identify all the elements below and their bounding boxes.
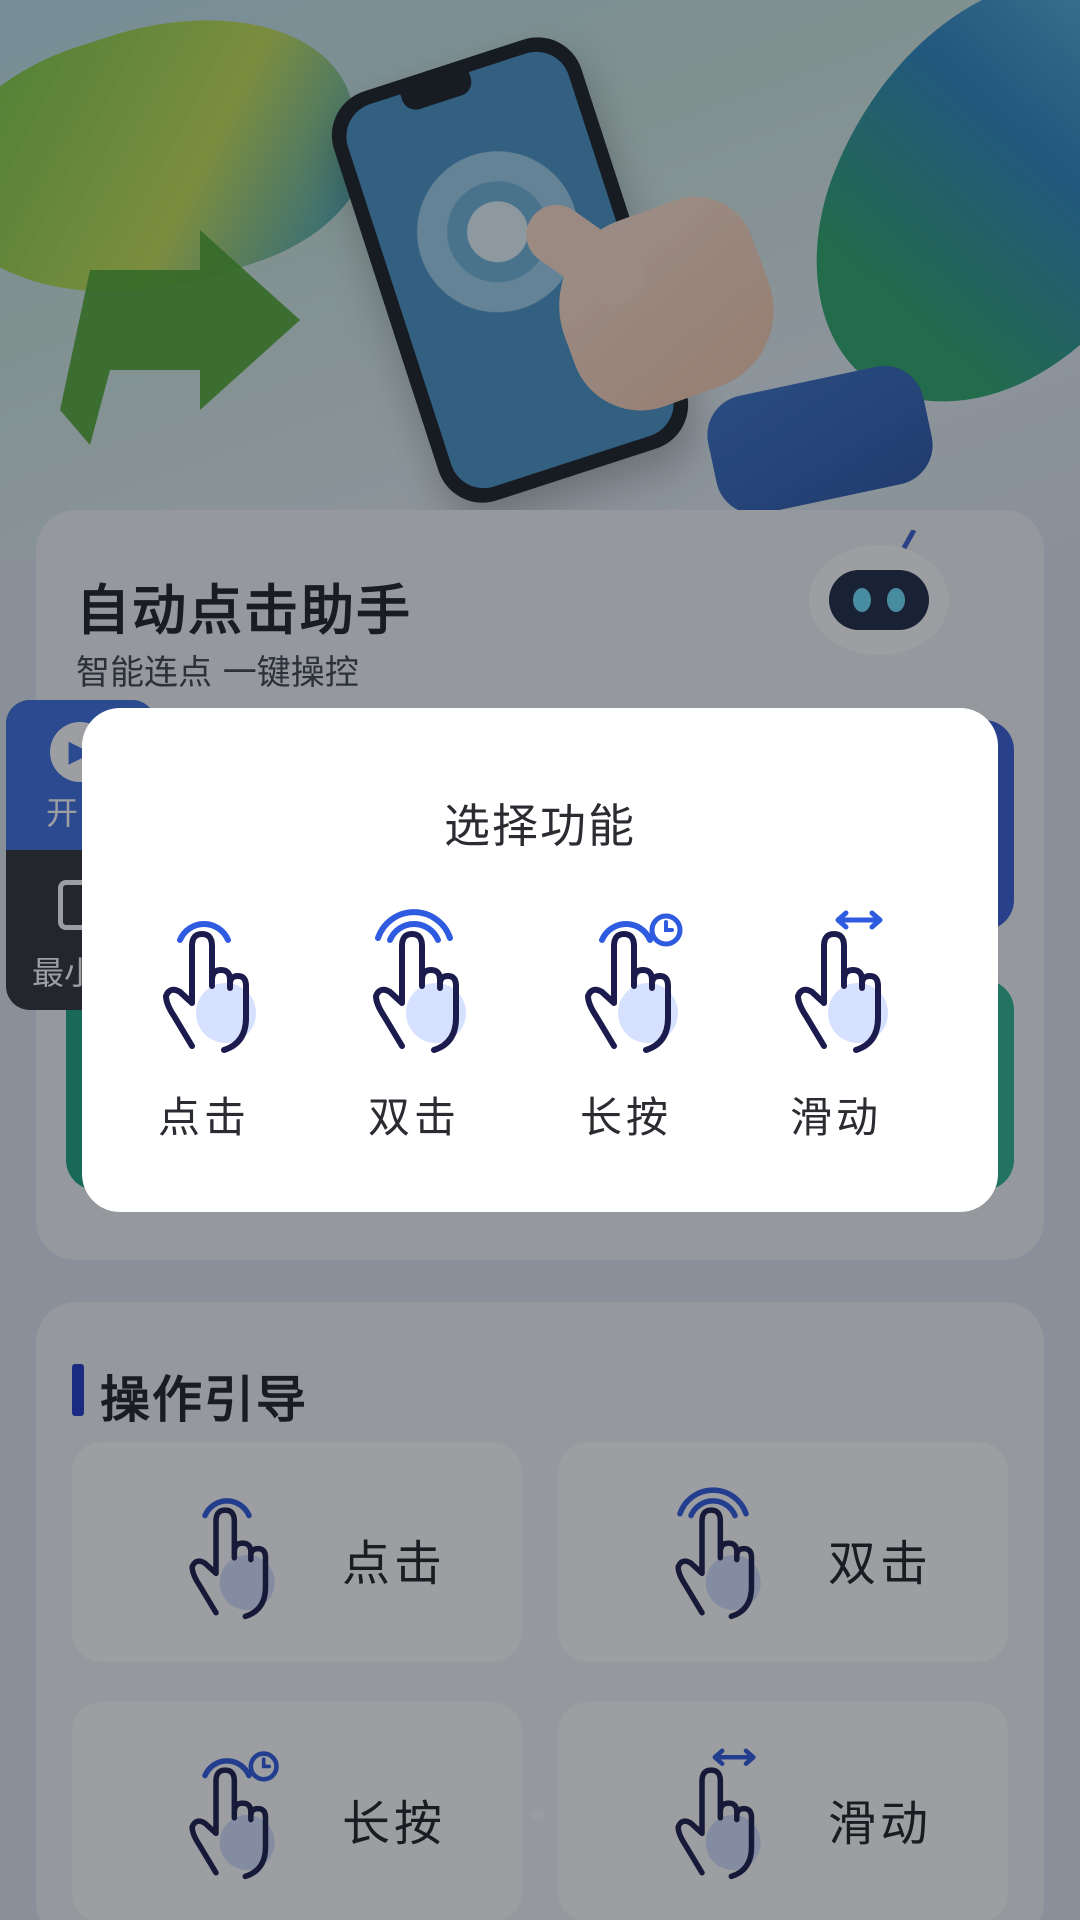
option-tap[interactable]: 点击: [104, 908, 304, 1148]
option-label: 点击: [157, 1093, 250, 1142]
double-tap-icon: [373, 909, 466, 1053]
dialog-title: 选择功能: [444, 799, 636, 853]
select-function-dialog: 选择功能 点击 双击 长按 滑动: [82, 708, 998, 1212]
option-long-press[interactable]: 长按: [526, 908, 726, 1148]
swipe-icon: [795, 910, 888, 1053]
option-label: 滑动: [789, 1093, 882, 1142]
option-swipe[interactable]: 滑动: [736, 908, 936, 1148]
option-label: 双击: [367, 1093, 460, 1142]
option-label: 长按: [579, 1093, 672, 1142]
option-double-tap[interactable]: 双击: [314, 908, 514, 1148]
long-press-icon: [585, 913, 683, 1053]
tap-icon: [163, 921, 256, 1053]
